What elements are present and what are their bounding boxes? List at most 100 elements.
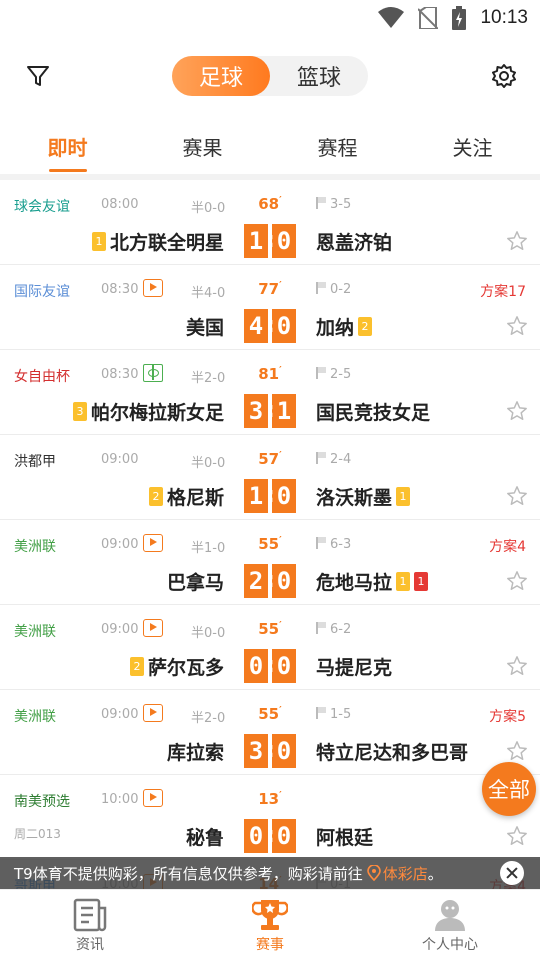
kickoff-time: 08:30 <box>101 282 139 297</box>
filter-button[interactable] <box>24 62 52 90</box>
all-filter-button[interactable]: 全部 <box>482 762 536 816</box>
league-name[interactable]: 美洲联 <box>14 706 56 726</box>
corner-count: 2-5 <box>316 367 351 382</box>
home-score: 0 <box>244 649 268 683</box>
home-team-name: 格尼斯 <box>166 487 224 509</box>
kickoff-time: 10:00 <box>101 792 139 807</box>
disclaimer-text: T9体育不提供购彩，所有信息仅供参考，购彩请前往 <box>14 864 363 883</box>
match-row[interactable]: 洪都甲 09:00 半0-0 57′ 2-4 2 格尼斯 1:0 洛沃斯墨 1 <box>0 435 540 520</box>
away-team: 恩盖济铂 <box>316 228 392 255</box>
match-row[interactable]: 球会友谊 08:00 半0-0 68′ 3-5 1 北方联全明星 1:0 恩盖济铂 <box>0 180 540 265</box>
settings-button[interactable] <box>490 62 518 90</box>
score-separator: : <box>266 823 275 848</box>
match-row[interactable]: 美洲联 09:00 半0-0 55′ 6-2 2 萨尔瓦多 0:0 马提尼克 <box>0 605 540 690</box>
match-minute-value: 55 <box>258 620 280 638</box>
away-team-name: 恩盖济铂 <box>316 232 393 254</box>
league-name[interactable]: 国际友谊 <box>14 281 70 301</box>
close-banner-button[interactable] <box>500 861 524 885</box>
away-team-name: 阿根廷 <box>316 827 374 849</box>
favorite-star-icon[interactable] <box>506 655 528 677</box>
away-score: 0 <box>272 649 296 683</box>
lottery-store-label: 体彩店 <box>382 864 428 883</box>
favorite-star-icon[interactable] <box>506 230 528 252</box>
tab-results[interactable]: 赛果 <box>135 122 270 172</box>
away-team-name: 洛沃斯墨 <box>316 487 393 509</box>
lottery-store-link[interactable]: 体彩店 <box>366 863 428 884</box>
kickoff-time: 09:00 <box>101 452 139 467</box>
sport-basketball-tab[interactable]: 篮球 <box>270 56 368 96</box>
video-icon[interactable] <box>143 534 163 552</box>
score-separator: : <box>266 228 275 253</box>
match-minute-value: 57 <box>258 450 280 468</box>
pitch-animation-icon[interactable] <box>143 364 163 382</box>
halftime-score: 半2-0 <box>191 711 226 726</box>
home-team-name: 帕尔梅拉斯女足 <box>90 402 224 424</box>
score-separator: : <box>266 313 275 338</box>
nav-news-label: 资讯 <box>76 937 104 953</box>
corner-flag-icon <box>316 452 326 464</box>
match-row[interactable]: 南美预选10:0013′情报7周二013秘鲁0:0阿根廷 <box>0 775 540 860</box>
match-minute: 81′ <box>258 365 282 383</box>
sport-football-tab[interactable]: 足球 <box>172 56 270 96</box>
corner-flag-icon <box>316 707 326 719</box>
match-minute-value: 13 <box>258 790 280 808</box>
league-name[interactable]: 球会友谊 <box>14 196 70 216</box>
favorite-star-icon[interactable] <box>506 485 528 507</box>
plan-badge[interactable]: 方案5 <box>489 706 526 726</box>
kickoff-time: 09:00 <box>101 707 139 722</box>
favorite-star-icon[interactable] <box>506 315 528 337</box>
favorite-star-icon[interactable] <box>506 740 528 762</box>
match-minute: 55′ <box>258 535 282 553</box>
status-time: 10:13 <box>480 7 528 28</box>
score-box: 3:1 <box>244 394 296 428</box>
away-score: 0 <box>272 819 296 853</box>
home-team: 秘鲁 <box>186 823 224 850</box>
sport-toggle: 足球 篮球 <box>172 56 368 96</box>
home-team: 1 北方联全明星 <box>91 228 224 255</box>
score-box: 0:0 <box>244 819 296 853</box>
away-team: 洛沃斯墨 1 <box>316 483 411 510</box>
away-team: 特立尼达和多巴哥 <box>316 738 468 765</box>
yellow-card-count: 1 <box>396 487 411 506</box>
home-score: 3 <box>244 394 268 428</box>
favorite-star-icon[interactable] <box>506 825 528 847</box>
tab-live[interactable]: 即时 <box>0 122 135 172</box>
league-name[interactable]: 南美预选 <box>14 791 70 811</box>
plan-badge[interactable]: 方案17 <box>480 281 526 301</box>
match-row[interactable]: 女自由杯 08:30 半2-0 81′ 2-5 3 帕尔梅拉斯女足 3:1 国民竞技女足 <box>0 350 540 435</box>
header: 足球 篮球 <box>0 50 540 102</box>
match-minute: 55′ <box>258 620 282 638</box>
match-row[interactable]: 美洲联 09:00 半2-0 55′ 1-5 方案5 库拉索 3:0 特立尼达和多巴哥 <box>0 690 540 775</box>
league-name[interactable]: 女自由杯 <box>14 366 70 386</box>
tab-schedule[interactable]: 赛程 <box>270 122 405 172</box>
corner-flag-icon <box>316 367 326 379</box>
wifi-icon <box>378 7 405 28</box>
league-name[interactable]: 美洲联 <box>14 536 56 556</box>
video-icon[interactable] <box>143 619 163 637</box>
favorite-star-icon[interactable] <box>506 400 528 422</box>
nav-matches[interactable]: 赛事 <box>180 890 360 960</box>
league-name[interactable]: 洪都甲 <box>14 451 56 471</box>
favorite-star-icon[interactable] <box>506 570 528 592</box>
video-icon[interactable] <box>143 789 163 807</box>
video-icon[interactable] <box>143 704 163 722</box>
kickoff-time: 08:00 <box>101 197 139 212</box>
match-row[interactable]: 美洲联 09:00 半1-0 55′ 6-3 方案4 巴拿马 2:0 危地马拉 1 1 <box>0 520 540 605</box>
corner-flag-icon <box>316 197 326 209</box>
nav-profile[interactable]: 个人中心 <box>360 890 540 960</box>
home-team-name: 北方联全明星 <box>109 232 224 254</box>
league-name[interactable]: 美洲联 <box>14 621 56 641</box>
status-bar: 10:13 <box>0 0 540 36</box>
nav-news[interactable]: 资讯 <box>0 890 180 960</box>
away-score: 0 <box>272 564 296 598</box>
match-row[interactable]: 国际友谊 08:30 半4-0 77′ 0-2 方案17 美国 4:0 加纳 2 <box>0 265 540 350</box>
plan-badge[interactable]: 方案4 <box>489 536 526 556</box>
yellow-card-count: 1 <box>91 232 106 251</box>
gear-icon <box>492 64 516 88</box>
tab-following[interactable]: 关注 <box>405 122 540 172</box>
home-team: 巴拿马 <box>167 568 224 595</box>
match-date: 周二013 <box>14 827 61 841</box>
yellow-card-count: 2 <box>129 657 144 676</box>
home-score: 1 <box>244 479 268 513</box>
video-icon[interactable] <box>143 279 163 297</box>
